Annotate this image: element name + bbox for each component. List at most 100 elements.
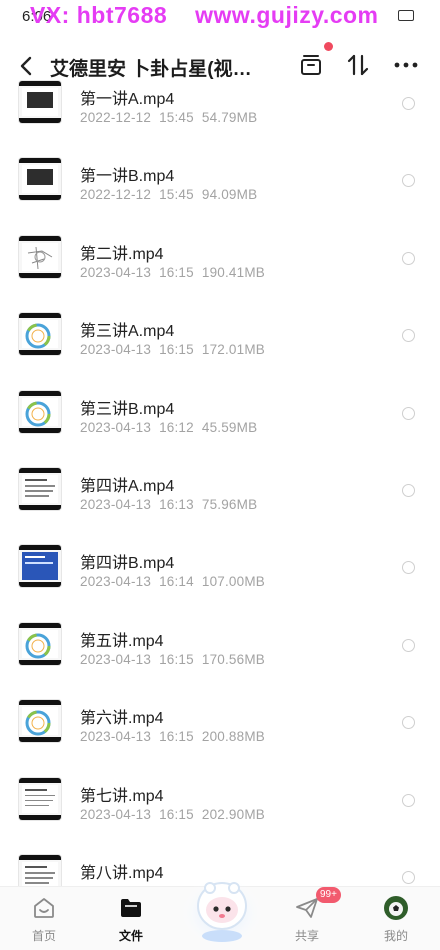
assistant-mascot-icon[interactable]: [180, 866, 264, 946]
file-size: 94.09MB: [201, 187, 258, 203]
file-size: 202.90MB: [201, 806, 266, 822]
file-meta: 2023-04-13 16:14 107.00MB: [80, 574, 265, 589]
file-row[interactable]: 第一讲B.mp4 2022-12-12 15:45 94.09MB: [0, 141, 440, 218]
file-size: 170.56MB: [201, 651, 266, 667]
file-date: 2023-04-13: [80, 651, 152, 667]
file-date: 2023-04-13: [80, 264, 152, 280]
nav-files[interactable]: 文件: [96, 891, 166, 949]
nav-home[interactable]: 首页: [9, 891, 79, 949]
select-radio[interactable]: [402, 251, 415, 265]
video-thumbnail: [18, 312, 62, 357]
nav-files-label: 文件: [118, 929, 143, 943]
file-date: 2022-12-12: [80, 187, 152, 203]
nav-profile[interactable]: 我的: [361, 891, 431, 949]
select-radio[interactable]: [402, 174, 415, 188]
home-icon: [34, 898, 54, 918]
file-time: 16:13: [159, 497, 194, 512]
nav-profile-label: 我的: [383, 929, 408, 943]
select-radio[interactable]: [402, 484, 415, 497]
film-strip-top: [19, 81, 61, 86]
film-strip-top: [19, 622, 61, 628]
avatar-icon: [384, 896, 408, 920]
file-row[interactable]: 第五讲.mp4 2023-04-13 16:15 170.56MB: [0, 606, 440, 683]
file-time: 16:12: [159, 419, 194, 435]
file-meta: 2023-04-13 16:15 202.90MB: [80, 807, 265, 822]
file-row[interactable]: 第七讲.mp4 2023-04-13 16:15 202.90MB: [0, 761, 440, 838]
file-size: 200.88MB: [201, 729, 266, 745]
file-row[interactable]: 第六讲.mp4 2023-04-13 16:15 200.88MB: [0, 683, 440, 760]
film-strip-top: [19, 158, 61, 164]
select-radio[interactable]: [402, 871, 415, 884]
film-strip-bottom: [19, 505, 61, 510]
share-count-badge: 99+: [316, 887, 341, 903]
file-name: 第四讲B.mp4: [80, 555, 175, 573]
file-meta: 2022-12-12 15:45 94.09MB: [80, 187, 257, 202]
file-size: 107.00MB: [201, 574, 266, 590]
select-radio[interactable]: [402, 329, 415, 343]
film-strip-top: [19, 777, 61, 783]
file-name: 第三讲B.mp4: [80, 400, 175, 418]
select-radio[interactable]: [402, 716, 415, 730]
film-strip-top: [19, 700, 61, 706]
file-meta: 2023-04-13 16:15 200.88MB: [80, 729, 265, 744]
film-strip-bottom: [19, 582, 61, 588]
nav-share-label: 共享: [294, 929, 319, 943]
film-strip-top: [19, 313, 61, 319]
file-meta: 2022-12-12 15:45 54.79MB: [80, 110, 257, 125]
file-name: 第三讲A.mp4: [80, 323, 175, 341]
file-date: 2023-04-13: [80, 497, 152, 512]
select-radio[interactable]: [402, 638, 415, 652]
file-meta: 2023-04-13 16:12 45.59MB: [80, 420, 257, 435]
file-row[interactable]: 第三讲B.mp4 2023-04-13 16:12 45.59MB: [0, 374, 440, 451]
file-meta: 2023-04-13 16:15 190.41MB: [80, 265, 265, 280]
file-size: 45.59MB: [201, 419, 258, 435]
file-list: 第一讲A.mp4 2022-12-12 15:45 54.79MB 第一讲B.mp4 20…: [0, 68, 440, 890]
file-size: 54.79MB: [201, 110, 258, 125]
file-size: 190.41MB: [201, 264, 266, 280]
file-time: 15:45: [159, 110, 194, 125]
file-time: 16:15: [159, 342, 194, 358]
select-radio[interactable]: [402, 97, 415, 110]
film-strip-bottom: [19, 118, 61, 123]
file-row[interactable]: 第四讲B.mp4 2023-04-13 16:14 107.00MB: [0, 528, 440, 605]
film-strip-bottom: [19, 659, 61, 665]
video-thumbnail: [18, 80, 62, 124]
file-row[interactable]: 第三讲A.mp4 2023-04-13 16:15 172.01MB: [0, 296, 440, 373]
file-time: 16:14: [159, 574, 194, 590]
file-name: 第七讲.mp4: [80, 787, 164, 805]
select-radio[interactable]: [402, 793, 415, 807]
file-row[interactable]: 第二讲.mp4 2023-04-13 16:15 190.41MB: [0, 219, 440, 296]
file-name: 第八讲.mp4: [80, 865, 164, 882]
film-strip-bottom: [19, 814, 61, 820]
file-time: 16:15: [159, 729, 194, 745]
watermark-right: www.gujizy.com: [195, 2, 379, 28]
select-radio[interactable]: [402, 406, 415, 420]
file-date: 2022-12-12: [80, 110, 152, 125]
select-radio[interactable]: [402, 561, 415, 575]
film-strip-bottom: [19, 272, 61, 278]
film-strip-top: [19, 468, 61, 473]
video-thumbnail: [18, 157, 62, 202]
file-name: 第五讲.mp4: [80, 632, 164, 650]
film-strip-top: [19, 545, 61, 551]
file-name: 第二讲.mp4: [80, 245, 164, 263]
video-thumbnail: [18, 776, 62, 821]
folder-icon: [121, 899, 141, 917]
watermark-text: VX: hbt7688 www.gujizy.com: [30, 2, 407, 29]
file-row[interactable]: 第四讲A.mp4 2023-04-13 16:13 75.96MB: [0, 451, 440, 528]
nav-home-label: 首页: [31, 929, 56, 943]
film-strip-top: [19, 390, 61, 396]
file-size: 75.96MB: [201, 497, 258, 512]
video-thumbnail: [18, 621, 62, 666]
film-strip-top: [19, 235, 61, 241]
file-time: 15:45: [159, 187, 194, 203]
file-name: 第六讲.mp4: [80, 710, 164, 728]
file-meta: 2023-04-13 16:13 75.96MB: [80, 497, 257, 512]
watermark-left: VX: hbt7688: [30, 2, 168, 28]
file-meta: 2023-04-13 16:15 172.01MB: [80, 342, 265, 357]
file-row[interactable]: 第一讲A.mp4 2022-12-12 15:45 54.79MB: [0, 68, 440, 141]
file-size: 172.01MB: [201, 342, 266, 358]
video-thumbnail: [18, 699, 62, 744]
file-name: 第一讲B.mp4: [80, 168, 175, 186]
film-strip-bottom: [19, 427, 61, 433]
